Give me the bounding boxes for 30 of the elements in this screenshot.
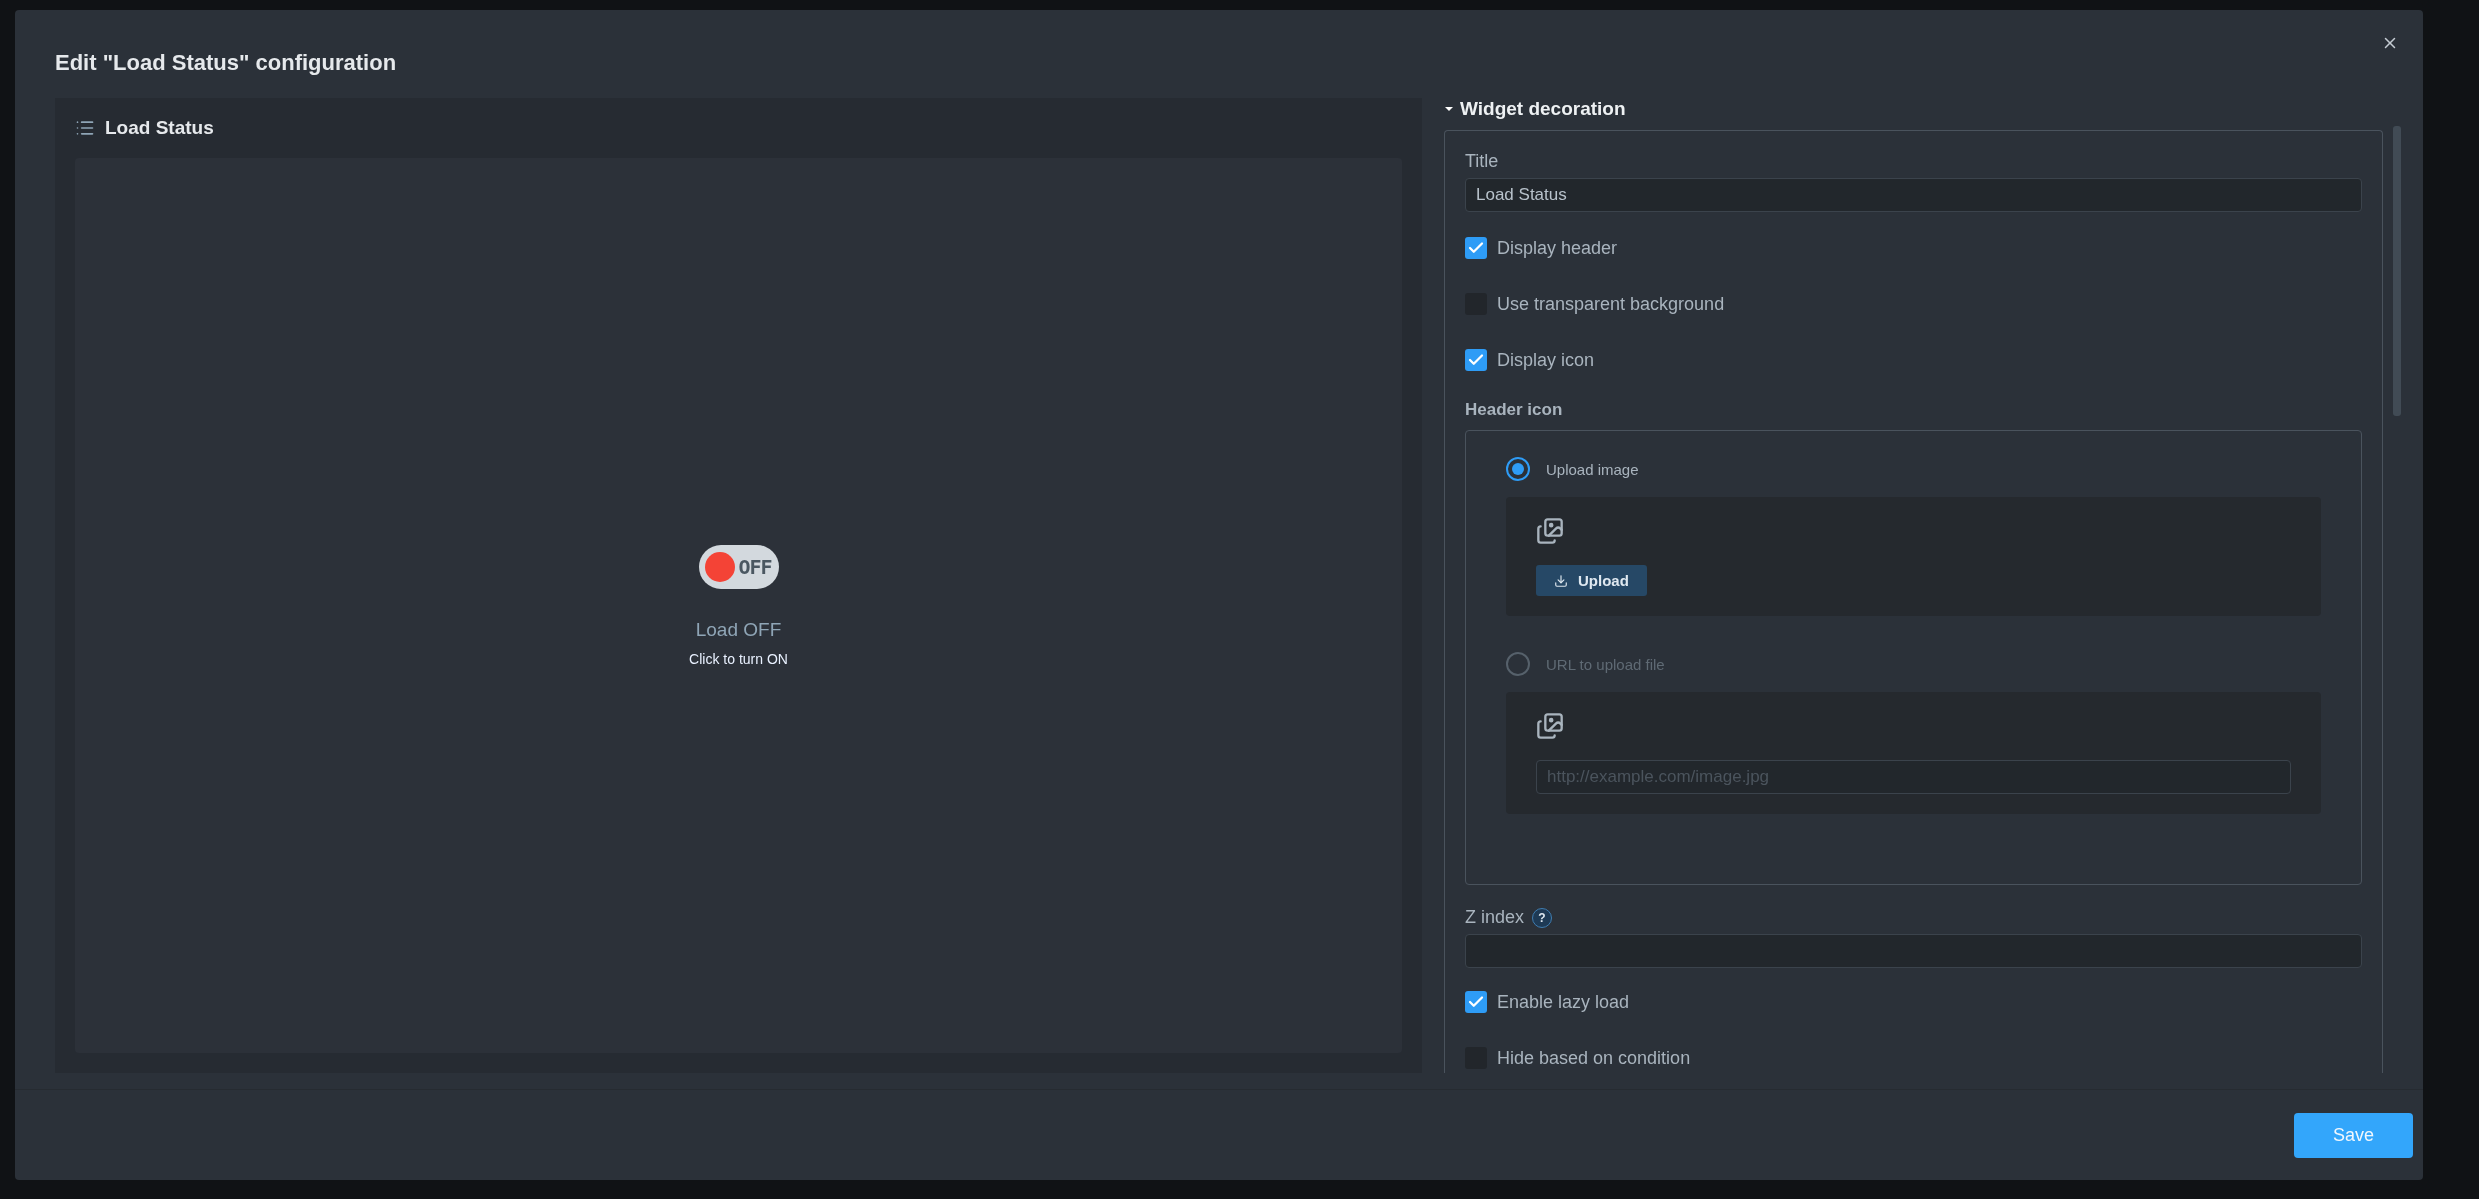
- dialog-title: Edit "Load Status" configuration: [54, 49, 398, 77]
- field-label: Title: [1465, 151, 1500, 172]
- field-label: Z index: [1465, 907, 1525, 928]
- section-label: Header icon: [1465, 400, 1564, 420]
- hint-text: Click to turn ON: [689, 650, 788, 667]
- section-header[interactable]: Widget decoration: [1444, 98, 2383, 130]
- radio-button[interactable]: [1506, 652, 1530, 676]
- radio-label: Upload image: [1546, 460, 1639, 478]
- checkbox-label: Use transparent background: [1497, 293, 1725, 315]
- checkbox[interactable]: [1465, 991, 1487, 1013]
- list-icon: [75, 118, 95, 138]
- checkbox[interactable]: [1465, 349, 1487, 371]
- checkbox-label: Enable lazy load: [1497, 991, 1630, 1013]
- status-text: Load OFF: [695, 618, 782, 641]
- widget-title: Load Status: [105, 117, 214, 139]
- caret-icon: [1444, 104, 1454, 114]
- checkbox-label: Display header: [1497, 237, 1618, 259]
- title-field[interactable]: Load Status: [1465, 178, 2362, 212]
- images-icon: [1536, 517, 1564, 545]
- radio-label: URL to upload file: [1546, 655, 1665, 673]
- checkbox[interactable]: [1465, 237, 1487, 259]
- images-icon: [1536, 712, 1564, 740]
- help-icon: ?: [1532, 907, 1553, 928]
- checkbox-label: Display icon: [1497, 349, 1595, 371]
- checkbox-label: Hide based on condition: [1497, 1047, 1691, 1069]
- toggle-switch[interactable]: OFF: [698, 544, 779, 589]
- z-index-field[interactable]: [1465, 934, 2362, 968]
- download-icon: [1554, 573, 1568, 588]
- upload-button[interactable]: Upload: [1536, 565, 1647, 596]
- radio-button[interactable]: [1506, 457, 1530, 481]
